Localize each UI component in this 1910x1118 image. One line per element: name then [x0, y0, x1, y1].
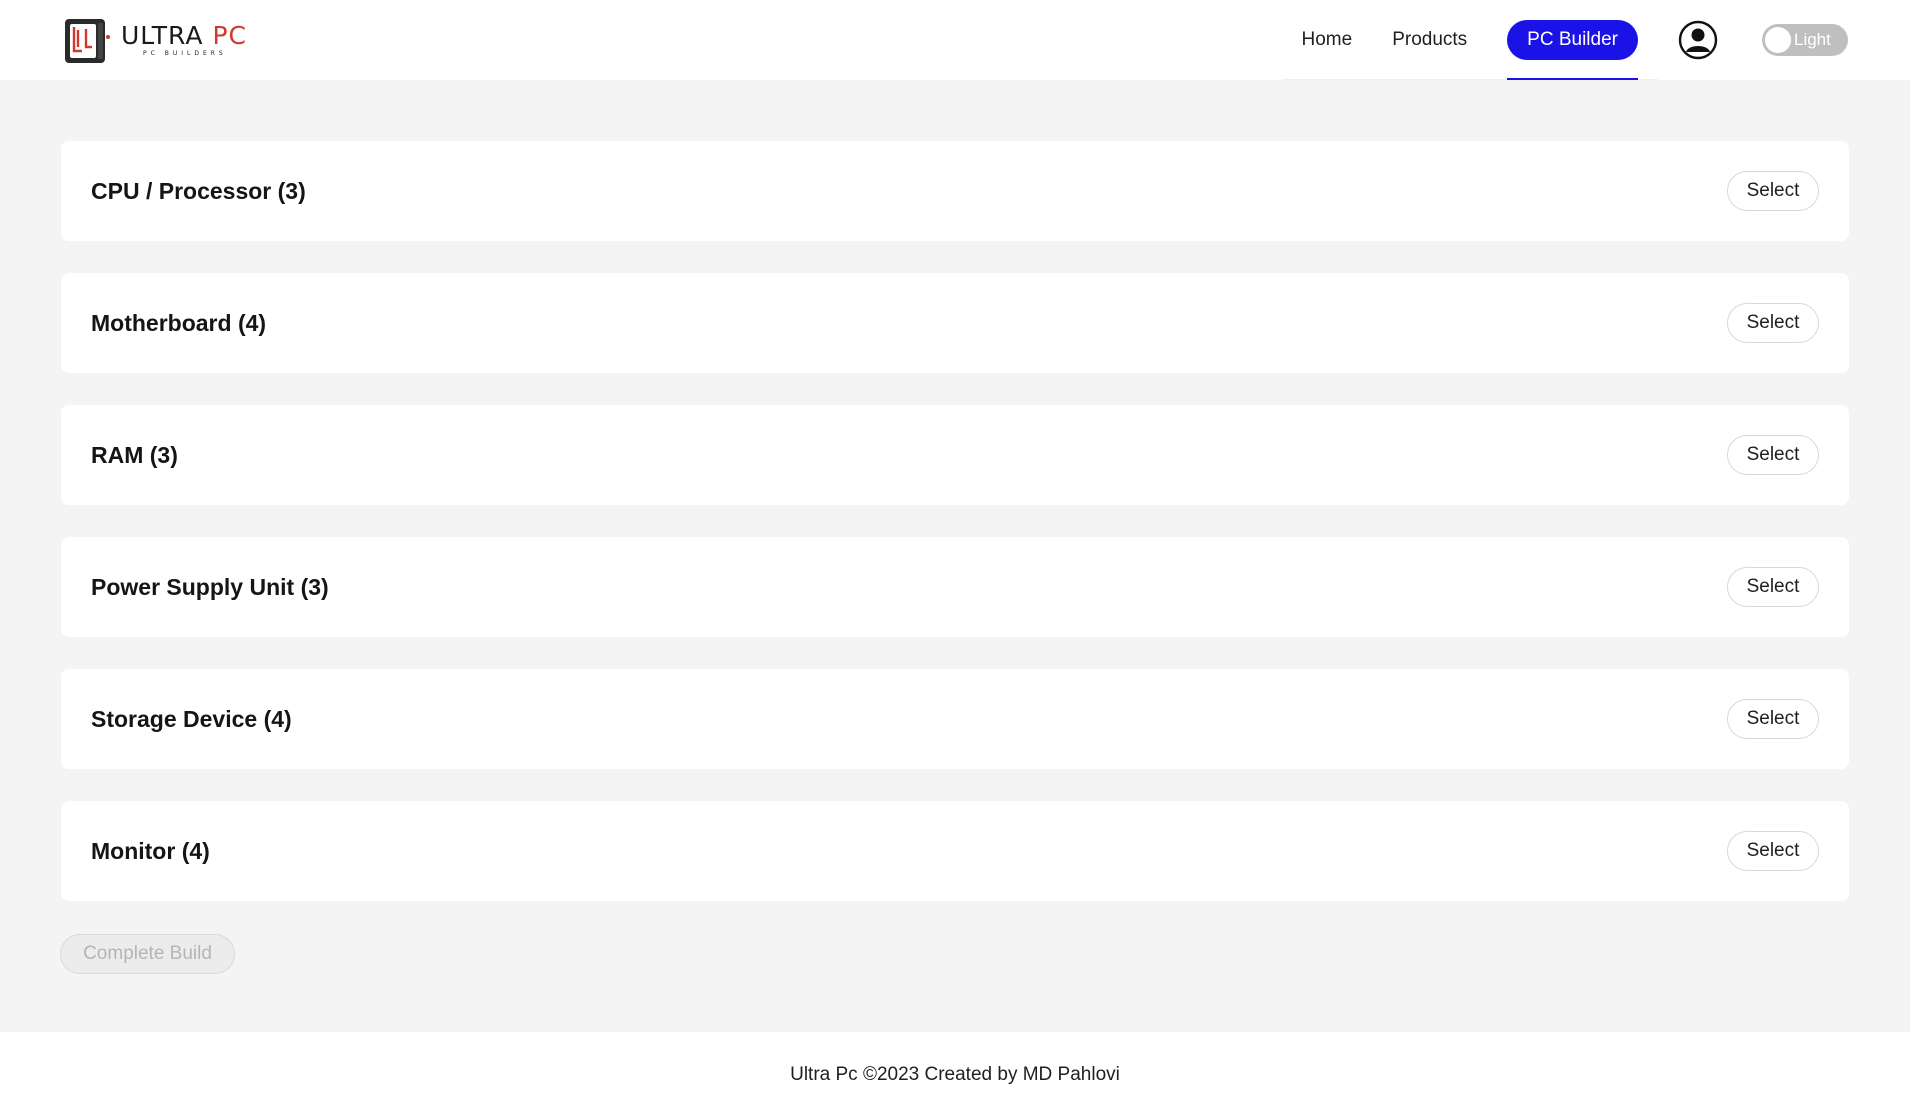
- category-card-monitor: Monitor (4) Select: [61, 801, 1849, 901]
- brand-text: ULTRA PC PC BUILDERS: [121, 23, 247, 57]
- category-title: CPU / Processor (3): [91, 177, 306, 204]
- brand-tagline: PC BUILDERS: [143, 50, 227, 57]
- category-title: Monitor (4): [91, 837, 210, 864]
- footer-credit: Ultra Pc ©2023 Created by MD Pahlovi: [790, 1064, 1120, 1085]
- pc-case-logo-icon: [65, 19, 110, 63]
- category-title: RAM (3): [91, 441, 178, 468]
- pc-builder-list: CPU / Processor (3) Select Motherboard (…: [61, 141, 1849, 933]
- site-header: ULTRA PC PC BUILDERS Home Products PC Bu…: [0, 0, 1910, 80]
- nav-pill-pc-builder: PC Builder: [1507, 19, 1638, 60]
- select-storage-button[interactable]: Select: [1727, 699, 1819, 739]
- select-motherboard-button[interactable]: Select: [1727, 303, 1819, 343]
- select-monitor-button[interactable]: Select: [1727, 831, 1819, 871]
- nav-link-pc-builder[interactable]: PC Builder: [1507, 0, 1638, 80]
- category-card-psu: Power Supply Unit (3) Select: [61, 537, 1849, 637]
- select-ram-button[interactable]: Select: [1727, 435, 1819, 475]
- complete-build-button[interactable]: Complete Build: [60, 934, 235, 974]
- select-cpu-button[interactable]: Select: [1727, 171, 1819, 211]
- nav-menu: Home Products PC Builder: [1281, 0, 1658, 80]
- category-card-ram: RAM (3) Select: [61, 405, 1849, 505]
- user-circle-icon[interactable]: [1678, 20, 1718, 60]
- main-nav: Home Products PC Builder Light: [1281, 0, 1910, 80]
- brand-name: ULTRA PC: [121, 21, 248, 50]
- toggle-knob: [1765, 27, 1791, 53]
- theme-toggle-label: Light: [1794, 30, 1831, 49]
- nav-link-home[interactable]: Home: [1302, 0, 1353, 80]
- nav-link-products[interactable]: Products: [1392, 0, 1467, 80]
- category-card-cpu: CPU / Processor (3) Select: [61, 141, 1849, 241]
- brand-logo[interactable]: ULTRA PC PC BUILDERS: [62, 14, 247, 66]
- theme-toggle[interactable]: Light: [1762, 24, 1848, 56]
- site-footer: Ultra Pc ©2023 Created by MD Pahlovi: [0, 1032, 1910, 1118]
- select-psu-button[interactable]: Select: [1727, 567, 1819, 607]
- category-title: Storage Device (4): [91, 705, 292, 732]
- category-title: Power Supply Unit (3): [91, 573, 329, 600]
- category-card-storage: Storage Device (4) Select: [61, 669, 1849, 769]
- category-title: Motherboard (4): [91, 309, 267, 336]
- category-card-motherboard: Motherboard (4) Select: [61, 273, 1849, 373]
